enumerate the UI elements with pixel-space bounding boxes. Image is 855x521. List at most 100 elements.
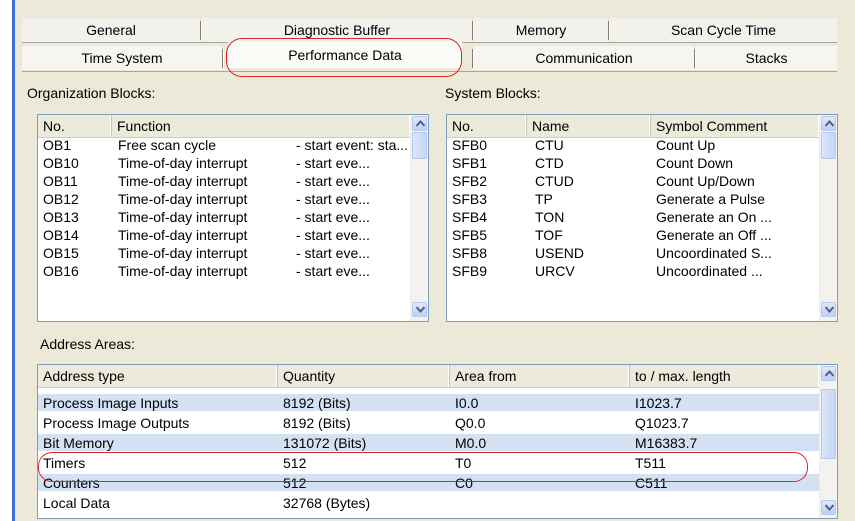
col-header-symbol-comment[interactable]: Symbol Comment (651, 115, 820, 137)
list-item[interactable]: OB15 Time-of-day interrupt - start eve... (38, 244, 410, 262)
ob-function: Time-of-day interrupt (118, 209, 248, 225)
tab-general-label: General (86, 22, 136, 38)
list-item[interactable]: SFB2 CTUD Count Up/Down (447, 172, 819, 190)
address-type: Bit Memory (43, 435, 114, 451)
ob-list-header: No. Function (38, 115, 411, 138)
col-header-name[interactable]: Name (527, 115, 651, 137)
ob-start-event: - start eve... (296, 191, 370, 207)
chevron-down-icon (825, 504, 834, 511)
addr-scrollbar[interactable] (819, 365, 837, 518)
tab-general[interactable]: General (22, 18, 200, 42)
list-item[interactable]: OB16 Time-of-day interrupt - start eve... (38, 262, 410, 280)
sfb-symbol-comment: Count Down (656, 155, 734, 171)
table-row[interactable]: Counters 512 C0 C511 (38, 474, 819, 492)
sfb-name: TP (535, 191, 553, 207)
col-header-no[interactable]: No. (38, 115, 112, 137)
scroll-up-button[interactable] (412, 116, 427, 131)
ob-start-event: - start eve... (296, 263, 370, 279)
sfb-number: SFB0 (452, 137, 488, 153)
sfb-number: SFB9 (452, 263, 488, 279)
tab-separator (694, 49, 695, 68)
list-item[interactable]: OB14 Time-of-day interrupt - start eve... (38, 226, 410, 244)
list-item[interactable]: SFB8 USEND Uncoordinated S... (447, 244, 819, 262)
sfb-symbol-comment: Generate an Off ... (656, 227, 772, 243)
tab-stacks[interactable]: Stacks (696, 46, 837, 70)
scroll-down-button[interactable] (821, 500, 836, 515)
tab-diagnostic-buffer[interactable]: Diagnostic Buffer (202, 18, 472, 42)
scroll-thumb[interactable] (412, 132, 427, 159)
addr-section-label: Address Areas: (40, 336, 135, 352)
ob-scrollbar[interactable] (410, 115, 428, 321)
list-item[interactable]: SFB4 TON Generate an On ... (447, 208, 819, 226)
list-item[interactable]: OB10 Time-of-day interrupt - start eve... (38, 154, 410, 172)
ob-number: OB11 (43, 173, 78, 189)
sfb-name: CTD (535, 155, 564, 171)
tab-communication-label: Communication (535, 50, 633, 66)
ob-start-event: - start event: sta... (296, 137, 408, 153)
quantity: 32768 (Bytes) (283, 495, 371, 511)
scroll-down-button[interactable] (821, 302, 836, 317)
list-item[interactable]: OB13 Time-of-day interrupt - start eve... (38, 208, 410, 226)
ob-function: Time-of-day interrupt (118, 191, 248, 207)
ob-number: OB13 (43, 209, 79, 225)
addr-list[interactable]: Address type Quantity Area from to / max… (37, 364, 838, 519)
list-item[interactable]: SFB1 CTD Count Down (447, 154, 819, 172)
col-header-quantity[interactable]: Quantity (278, 365, 450, 387)
list-item[interactable]: SFB3 TP Generate a Pulse (447, 190, 819, 208)
quantity: 131072 (Bits) (283, 435, 367, 451)
quantity: 512 (283, 455, 307, 471)
list-item[interactable]: SFB5 TOF Generate an Off ... (447, 226, 819, 244)
col-header-no[interactable]: No. (447, 115, 527, 137)
sfb-symbol-comment: Uncoordinated S... (656, 245, 772, 261)
tab-scan-cycle-time[interactable]: Scan Cycle Time (610, 18, 837, 42)
quantity: 512 (283, 475, 307, 491)
ob-number: OB15 (43, 245, 79, 261)
list-item[interactable]: OB1 Free scan cycle - start event: sta... (38, 136, 410, 154)
list-item[interactable]: OB12 Time-of-day interrupt - start eve... (38, 190, 410, 208)
tab-time-system[interactable]: Time System (22, 46, 222, 70)
sfb-name: TOF (535, 227, 563, 243)
table-row[interactable]: Timers 512 T0 T511 (38, 454, 819, 472)
ob-list[interactable]: No. Function OB1 Free scan cycle - start e… (37, 114, 429, 322)
col-header-area-from[interactable]: Area from (450, 365, 630, 387)
tab-memory[interactable]: Memory (474, 18, 608, 42)
table-row[interactable]: Bit Memory 131072 (Bits) M0.0 M16383.7 (38, 434, 819, 452)
tab-separator (608, 21, 609, 40)
address-type: Counters (43, 475, 100, 491)
chevron-up-icon (825, 120, 834, 127)
sb-scrollbar[interactable] (819, 115, 837, 321)
sb-list[interactable]: No. Name Symbol Comment SFB0 CTU Count Up S… (446, 114, 838, 322)
tab-separator (222, 49, 223, 68)
tab-separator (472, 21, 473, 40)
ob-number: OB1 (43, 137, 72, 153)
list-item[interactable]: SFB9 URCV Uncoordinated ... (447, 262, 819, 280)
table-row[interactable]: Local Data 32768 (Bytes) (38, 494, 819, 512)
tab-scan-cycle-time-label: Scan Cycle Time (670, 22, 777, 38)
col-header-to-max-length[interactable]: to / max. length (630, 365, 820, 387)
left-edge (0, 0, 12, 521)
list-item[interactable]: SFB0 CTU Count Up (447, 136, 819, 154)
table-row[interactable]: Process Image Inputs 8192 (Bits) I0.0 I1023… (38, 394, 819, 412)
col-header-function[interactable]: Function (112, 115, 411, 137)
list-item[interactable]: OB11 Time-of-day interrupt - start eve... (38, 172, 410, 190)
tab-separator (472, 49, 473, 68)
scroll-thumb[interactable] (821, 389, 836, 459)
scroll-up-button[interactable] (821, 116, 836, 131)
chevron-up-icon (416, 120, 425, 127)
table-row[interactable]: Process Image Outputs 8192 (Bits) Q0.0 Q102… (38, 414, 819, 432)
ob-start-event: - start eve... (296, 209, 370, 225)
scroll-up-button[interactable] (821, 366, 836, 381)
scroll-down-button[interactable] (412, 302, 427, 317)
tab-time-system-label: Time System (81, 50, 163, 66)
address-type: Process Image Inputs (43, 395, 179, 411)
sfb-symbol-comment: Uncoordinated ... (656, 263, 763, 279)
ob-start-event: - start eve... (296, 245, 370, 261)
chevron-up-icon (825, 370, 834, 377)
tab-communication[interactable]: Communication (474, 46, 694, 70)
ob-start-event: - start eve... (296, 155, 370, 171)
scroll-thumb[interactable] (821, 132, 836, 159)
sfb-number: SFB1 (452, 155, 488, 171)
tab-performance-data[interactable]: Performance Data (228, 42, 462, 68)
col-header-address-type[interactable]: Address type (38, 365, 278, 387)
sfb-symbol-comment: Generate a Pulse (656, 191, 765, 207)
